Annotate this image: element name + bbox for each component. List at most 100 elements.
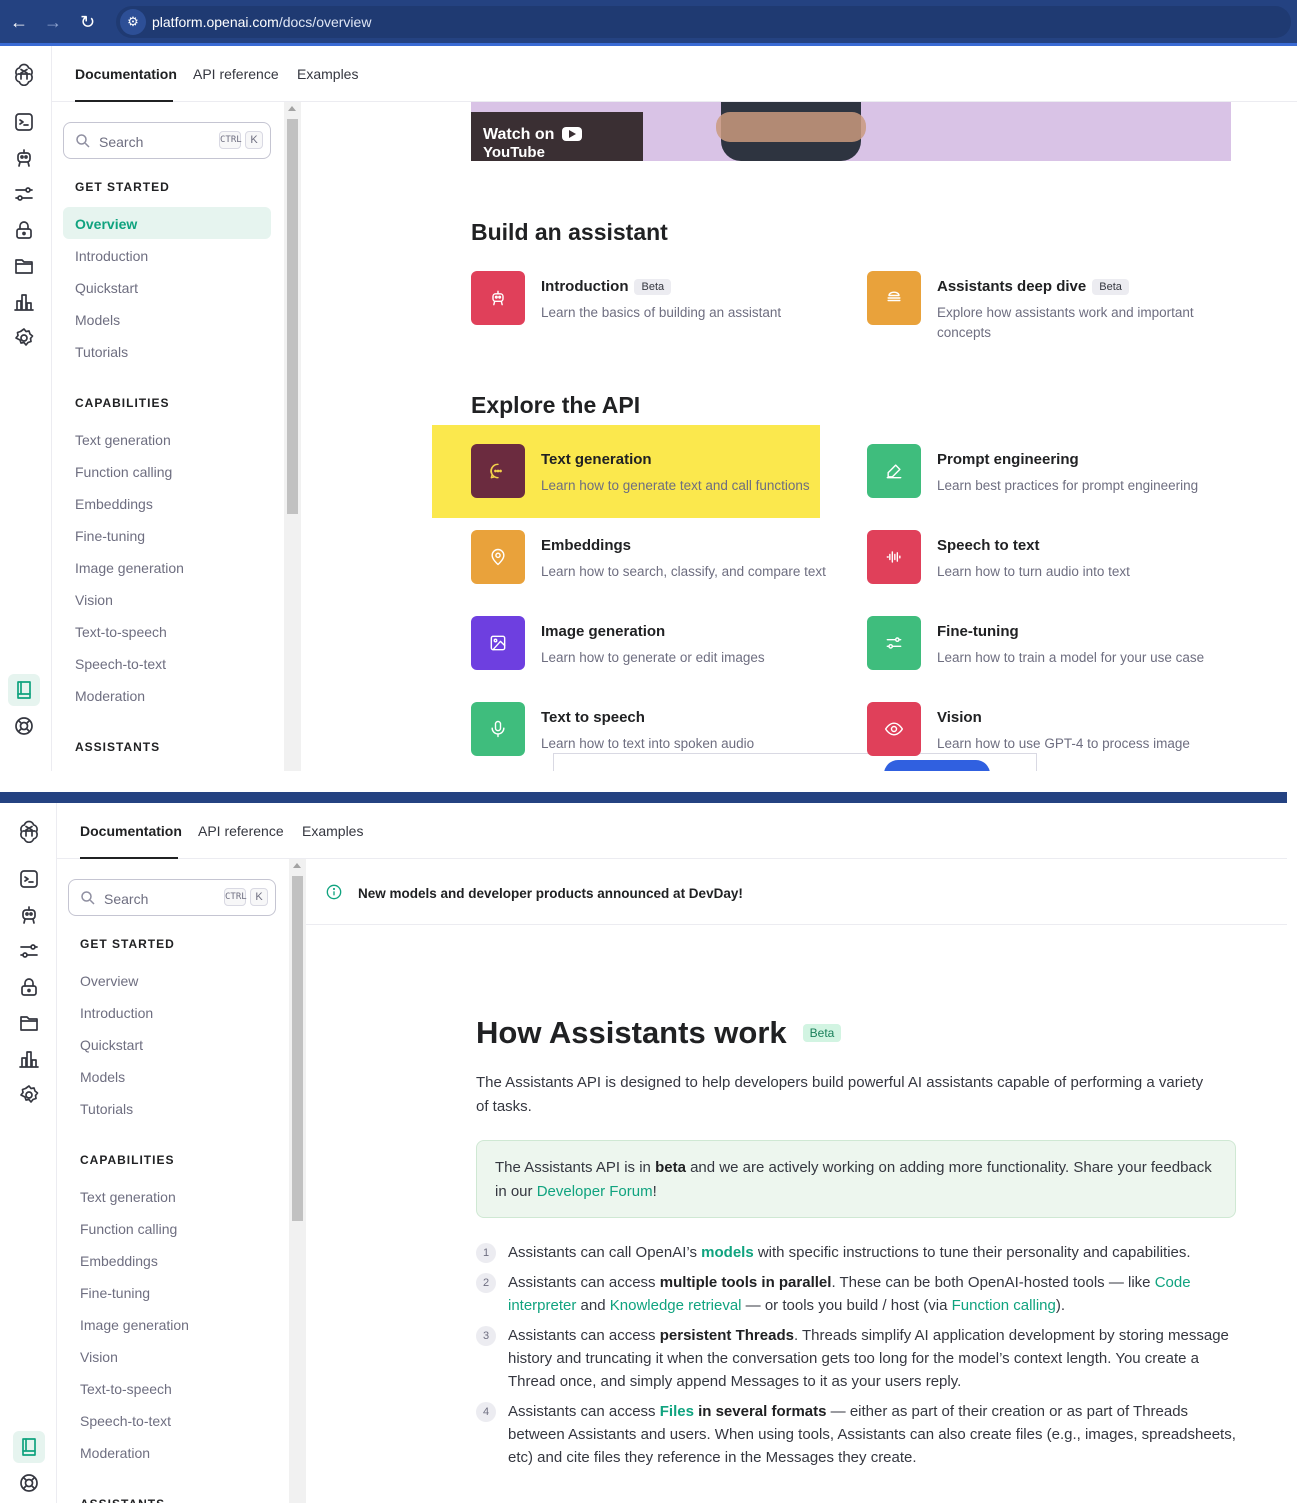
book-icon[interactable] — [8, 674, 40, 706]
site-settings-icon[interactable]: ⚙ — [120, 9, 146, 35]
openai-logo-icon[interactable] — [17, 819, 41, 844]
robot-icon[interactable] — [17, 903, 41, 927]
list-number: 3 — [476, 1326, 496, 1346]
sidebar-item-tutorials[interactable]: Tutorials — [75, 344, 128, 360]
image-icon — [471, 616, 525, 670]
sidebar-item-text-to-speech[interactable]: Text-to-speech — [80, 1381, 172, 1397]
robot-icon[interactable] — [12, 146, 36, 170]
help-circle-icon[interactable] — [12, 714, 36, 738]
sidebar-item-models[interactable]: Models — [80, 1069, 125, 1085]
bar-chart-icon[interactable] — [17, 1047, 41, 1071]
scrollbar-thumb[interactable] — [292, 876, 303, 1221]
card-embeddings[interactable]: Embeddings Learn how to search, classify,… — [471, 530, 831, 590]
sidebar-item-overview[interactable]: Overview — [80, 973, 138, 989]
sidebar-item-vision[interactable]: Vision — [80, 1349, 118, 1365]
sidebar-scrollbar[interactable] — [289, 859, 306, 1503]
sidebar-item-image-generation[interactable]: Image generation — [75, 560, 184, 576]
card-description: Learn how to generate text and call func… — [541, 478, 810, 493]
card-text-generation[interactable]: Text generation Learn how to generate tex… — [471, 444, 831, 504]
developer-forum-link[interactable]: Developer Forum — [537, 1183, 653, 1200]
sidebar-item-speech-to-text[interactable]: Speech-to-text — [75, 656, 166, 672]
inline-link[interactable]: Function calling — [952, 1297, 1056, 1314]
bold-text: in several formats — [693, 1403, 827, 1420]
back-arrow-icon[interactable]: ← — [10, 12, 28, 32]
youtube-label: YouTube — [483, 144, 545, 161]
inline-link[interactable]: models — [701, 1244, 754, 1261]
scroll-up-arrow-icon[interactable] — [293, 863, 301, 868]
bold-text: persistent Threads — [659, 1327, 794, 1344]
card-image-generation[interactable]: Image generation Learn how to generate or… — [471, 616, 831, 676]
watch-on-youtube-button[interactable]: Watch on YouTube — [471, 112, 643, 161]
sidebar-item-image-generation[interactable]: Image generation — [80, 1317, 189, 1333]
search-input[interactable]: Search CTRL K — [63, 122, 271, 159]
sidebar-item-moderation[interactable]: Moderation — [75, 688, 145, 704]
folder-icon[interactable] — [17, 1011, 41, 1035]
sidebar-scrollbar[interactable] — [284, 102, 301, 771]
sidebar-item-introduction[interactable]: Introduction — [80, 1005, 153, 1021]
sidebar-section-assistants: ASSISTANTS — [80, 1497, 165, 1503]
gear-icon[interactable] — [17, 1083, 41, 1107]
search-input[interactable]: Search CTRL K — [68, 879, 276, 916]
sidebar-item-tutorials[interactable]: Tutorials — [80, 1101, 133, 1117]
announcement-banner[interactable]: New models and developer products announ… — [306, 859, 1287, 925]
sliders-icon[interactable] — [17, 939, 41, 963]
lock-icon[interactable] — [17, 975, 41, 999]
stack-icon — [867, 271, 921, 325]
tab-api-reference[interactable]: API reference — [193, 66, 279, 82]
card-speech-to-text[interactable]: Speech to text Learn how to turn audio in… — [867, 530, 1227, 590]
sidebar-item-vision[interactable]: Vision — [75, 592, 113, 608]
terminal-icon[interactable] — [17, 867, 41, 891]
card-fine-tuning[interactable]: Fine-tuning Learn how to train a model fo… — [867, 616, 1227, 676]
sidebar-item-function-calling[interactable]: Function calling — [75, 464, 172, 480]
card-assistants-deep-dive[interactable]: Assistants deep dive Beta Explore how assi… — [867, 271, 1227, 340]
card-title: Introduction Beta — [541, 278, 672, 295]
tab-examples[interactable]: Examples — [297, 66, 358, 82]
sidebar-item-introduction[interactable]: Introduction — [75, 248, 148, 264]
sidebar-item-moderation[interactable]: Moderation — [80, 1445, 150, 1461]
card-prompt-engineering[interactable]: Prompt engineering Learn best practices f… — [867, 444, 1227, 504]
sidebar-item-models[interactable]: Models — [75, 312, 120, 328]
inline-link[interactable]: Knowledge retrieval — [610, 1297, 742, 1314]
sidebar-item-embeddings[interactable]: Embeddings — [75, 496, 153, 512]
sidebar-item-fine-tuning[interactable]: Fine-tuning — [75, 528, 145, 544]
sidebar-item-function-calling[interactable]: Function calling — [80, 1221, 177, 1237]
lock-icon[interactable] — [12, 218, 36, 242]
sidebar-item-text-generation[interactable]: Text generation — [80, 1189, 176, 1205]
scrollbar-thumb[interactable] — [287, 119, 298, 514]
sidebar-item-fine-tuning[interactable]: Fine-tuning — [80, 1285, 150, 1301]
terminal-icon[interactable] — [12, 110, 36, 134]
gear-icon[interactable] — [12, 326, 36, 350]
sidebar-item-quickstart[interactable]: Quickstart — [80, 1037, 143, 1053]
sidebar-item-speech-to-text[interactable]: Speech-to-text — [80, 1413, 171, 1429]
book-icon[interactable] — [13, 1431, 45, 1463]
sidebar-item-quickstart[interactable]: Quickstart — [75, 280, 138, 296]
bar-chart-icon[interactable] — [12, 290, 36, 314]
card-title: Assistants deep dive Beta — [937, 278, 1129, 295]
help-circle-icon[interactable] — [17, 1471, 41, 1495]
tab-documentation[interactable]: Documentation — [75, 66, 177, 82]
sliders-icon[interactable] — [12, 182, 36, 206]
tab-api-reference[interactable]: API reference — [198, 823, 284, 839]
video-thumbnail[interactable]: Watch on YouTube — [471, 102, 1231, 161]
sidebar-item-overview[interactable]: Overview — [63, 207, 271, 239]
url-text[interactable]: platform.openai.com/docs/overview — [152, 14, 371, 30]
sidebar-section-get-started: GET STARTED — [75, 180, 170, 194]
sidebar-item-text-to-speech[interactable]: Text-to-speech — [75, 624, 167, 640]
card-description: Learn how to train a model for your use … — [937, 650, 1205, 665]
sidebar-item-embeddings[interactable]: Embeddings — [80, 1253, 158, 1269]
card-vision[interactable]: Vision Learn how to use GPT-4 to process … — [867, 702, 1227, 762]
scroll-up-arrow-icon[interactable] — [288, 106, 296, 111]
reload-icon[interactable]: ↻ — [80, 12, 95, 32]
tab-examples[interactable]: Examples — [302, 823, 363, 839]
card-description: Learn how to text into spoken audio — [541, 736, 755, 751]
announcement-text: New models and developer products announ… — [358, 886, 743, 901]
card-text-to-speech[interactable]: Text to speech Learn how to text into spo… — [471, 702, 831, 762]
tab-documentation[interactable]: Documentation — [80, 823, 182, 839]
beta-badge: Beta — [802, 1024, 842, 1042]
openai-logo-icon[interactable] — [12, 62, 36, 87]
forward-arrow-icon[interactable]: → — [44, 12, 62, 32]
folder-icon[interactable] — [12, 254, 36, 278]
sidebar-item-text-generation[interactable]: Text generation — [75, 432, 171, 448]
inline-link[interactable]: Files — [660, 1403, 694, 1420]
card-introduction[interactable]: Introduction Beta Learn the basics of buil… — [471, 271, 831, 331]
